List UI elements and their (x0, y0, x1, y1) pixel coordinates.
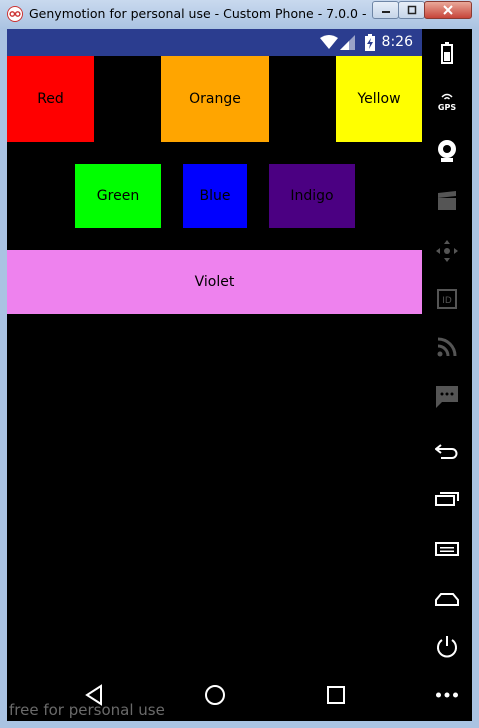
recent-apps-icon (435, 492, 459, 506)
menu-icon (435, 542, 459, 556)
color-block-orange[interactable]: Orange (161, 56, 269, 142)
power-icon (437, 636, 457, 658)
battery-widget-button[interactable] (422, 35, 472, 71)
maximize-button[interactable] (398, 1, 425, 19)
device-home-button[interactable] (422, 581, 472, 617)
network-widget-button[interactable] (422, 329, 472, 365)
close-icon (443, 5, 453, 15)
block-label: Blue (199, 188, 231, 204)
genymotion-toolbar: GPS ID (422, 29, 472, 721)
wifi-icon (320, 35, 338, 49)
nav-home-icon[interactable] (204, 684, 226, 706)
back-icon (435, 444, 458, 459)
window-frame-right (472, 29, 479, 728)
video-icon (438, 191, 456, 210)
block-label: Orange (189, 91, 241, 107)
dpad-icon (436, 240, 458, 262)
webcam-widget-button[interactable] (422, 133, 472, 169)
battery-charging-icon (365, 34, 375, 51)
color-block-yellow[interactable]: Yellow (336, 56, 422, 142)
block-label: Indigo (290, 188, 334, 204)
phone-widget-button[interactable] (422, 379, 472, 415)
color-block-green[interactable]: Green (75, 164, 161, 228)
window-frame-left (0, 29, 7, 728)
screencast-widget-button[interactable] (422, 183, 472, 219)
device-power-button[interactable] (422, 629, 472, 665)
genymotion-app-icon (7, 6, 23, 22)
id-icon: ID (437, 289, 457, 309)
device-menu-button[interactable] (422, 531, 472, 567)
window-frame-bottom (0, 721, 479, 728)
remote-control-button[interactable] (422, 233, 472, 269)
cell-signal-icon (340, 35, 355, 50)
watermark-text: free for personal use (9, 701, 165, 719)
gps-widget-button[interactable]: GPS (422, 83, 472, 119)
nav-recents-icon[interactable] (326, 685, 346, 705)
message-icon (436, 386, 458, 408)
close-button[interactable] (424, 1, 472, 19)
home-icon (435, 593, 459, 606)
status-time: 8:26 (381, 34, 413, 50)
camera-icon (438, 140, 456, 162)
color-block-red[interactable]: Red (7, 56, 94, 142)
block-label: Yellow (357, 91, 401, 107)
window-titlebar: Genymotion for personal use - Custom Pho… (0, 0, 479, 29)
rss-icon (437, 337, 457, 357)
android-nav-bar: free for personal use (7, 670, 422, 721)
more-icon (436, 692, 458, 698)
battery-icon (441, 42, 453, 64)
device-id-button[interactable]: ID (422, 281, 472, 317)
device-recent-apps-button[interactable] (422, 481, 472, 517)
block-label: Violet (194, 274, 235, 290)
minimize-icon (381, 11, 390, 13)
block-label: Red (37, 91, 64, 107)
id-label: ID (442, 296, 452, 306)
color-block-blue[interactable]: Blue (183, 164, 247, 228)
android-status-bar: 8:26 (7, 29, 422, 56)
gps-label: GPS (438, 103, 456, 112)
block-label: Green (96, 188, 140, 204)
more-options-button[interactable] (422, 677, 472, 713)
gps-icon: GPS (438, 93, 456, 112)
maximize-icon (407, 5, 416, 15)
app-screen: Red Orange Yellow Green Blue Indigo Viol… (7, 56, 422, 670)
window-title: Genymotion for personal use - Custom Pho… (29, 6, 369, 21)
color-block-indigo[interactable]: Indigo (269, 164, 355, 228)
device-back-button[interactable] (422, 433, 472, 469)
color-block-violet[interactable]: Violet (7, 250, 422, 314)
minimize-button[interactable] (372, 1, 399, 19)
